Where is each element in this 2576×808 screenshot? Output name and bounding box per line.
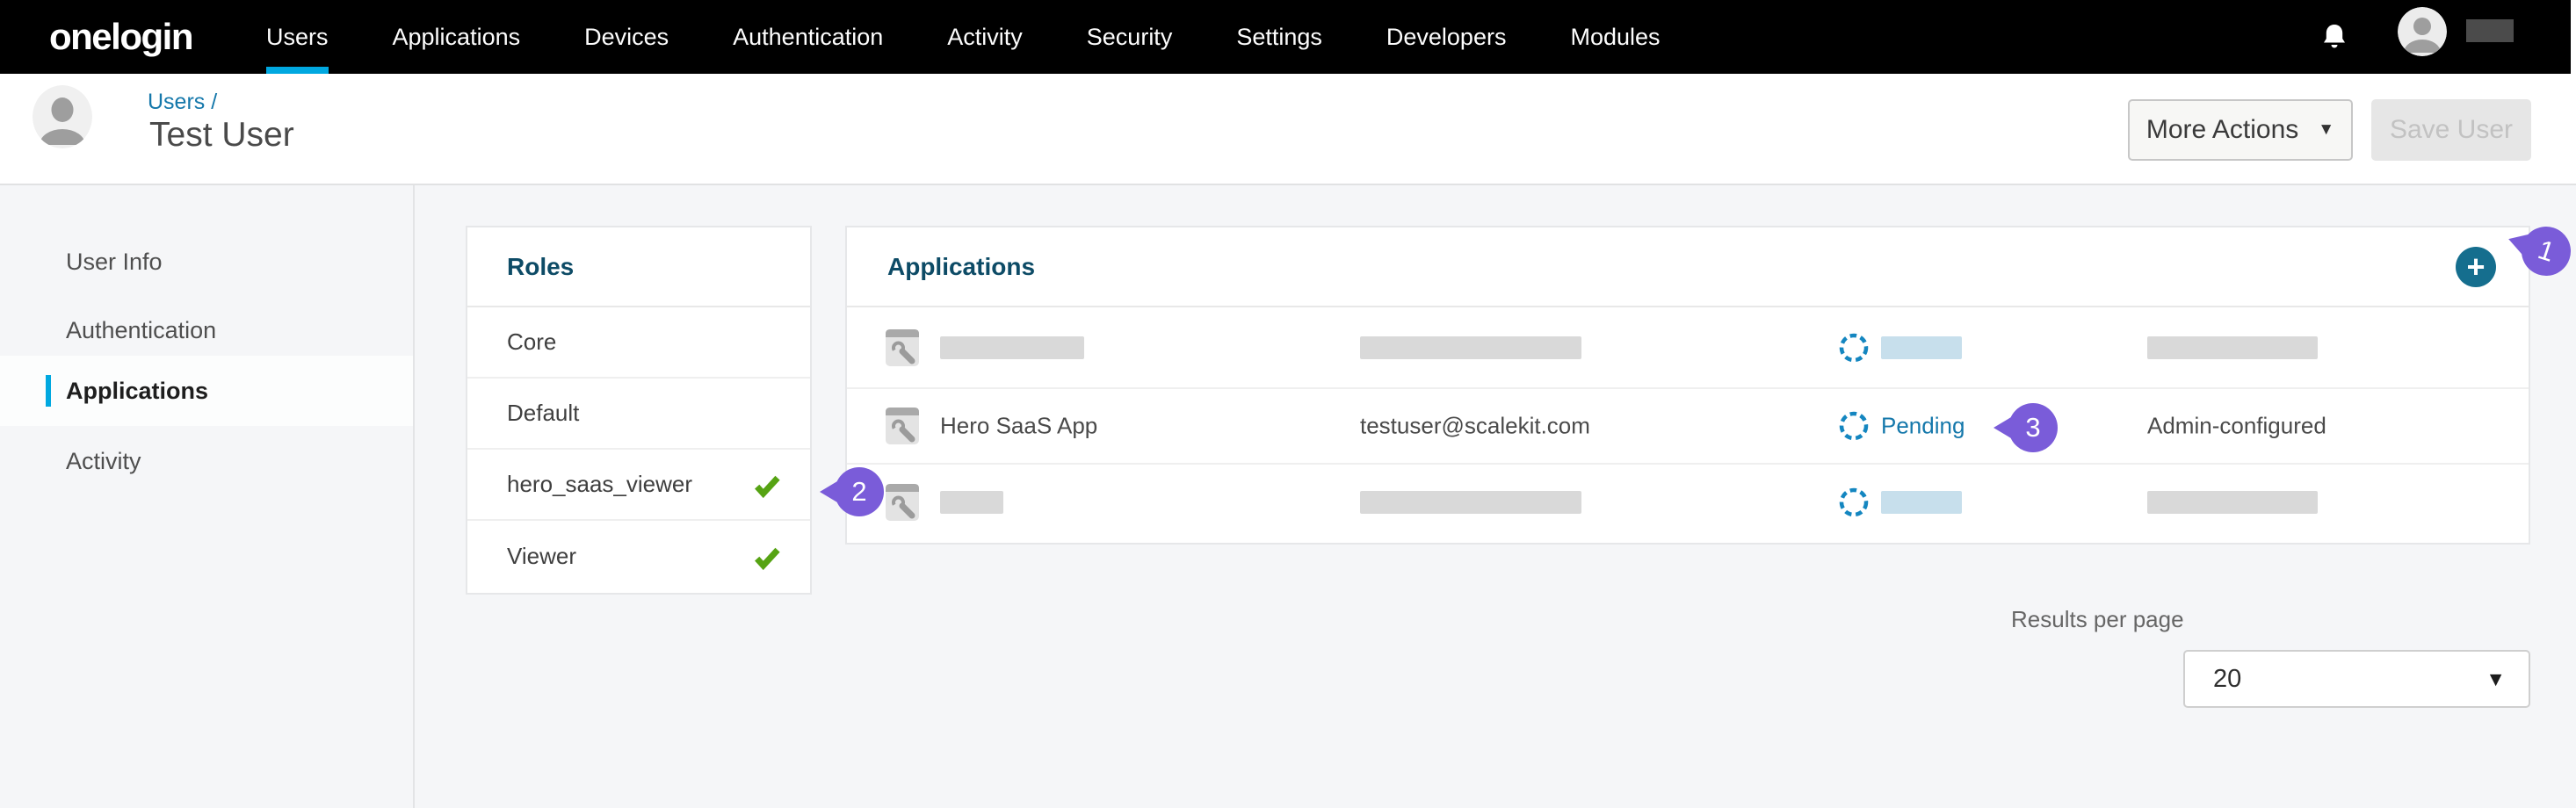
chevron-down-icon: ▼ bbox=[2318, 120, 2334, 140]
skeleton-config-bar bbox=[2147, 491, 2318, 514]
nav-item-settings[interactable]: Settings bbox=[1236, 0, 1322, 74]
top-nav: onelogin Users Applications Devices Auth… bbox=[0, 0, 2576, 74]
skeleton-status-bar bbox=[1881, 336, 1962, 359]
user-avatar[interactable] bbox=[2398, 7, 2447, 56]
role-row-hero-saas-viewer[interactable]: hero_saas_viewer bbox=[467, 450, 810, 521]
save-user-button[interactable]: Save User bbox=[2371, 99, 2531, 161]
sidebar-item-activity[interactable]: Activity bbox=[0, 426, 413, 496]
onelogin-admin-page: onelogin Users Applications Devices Auth… bbox=[0, 0, 2576, 808]
applications-card: Applications + bbox=[845, 226, 2530, 545]
results-per-page-label: Results per page bbox=[2011, 606, 2184, 633]
results-per-page-select[interactable]: 20 ▼ bbox=[2183, 650, 2530, 708]
role-row-default[interactable]: Default bbox=[467, 379, 810, 450]
save-user-label: Save User bbox=[2390, 115, 2513, 145]
app-window-wrench-icon bbox=[886, 484, 919, 521]
nav-items: Users Applications Devices Authenticatio… bbox=[266, 0, 1661, 74]
sidebar-item-authentication[interactable]: Authentication bbox=[0, 295, 413, 365]
app-window-wrench-icon bbox=[886, 408, 919, 444]
nav-item-devices[interactable]: Devices bbox=[584, 0, 669, 74]
application-row-loading[interactable] bbox=[847, 465, 2529, 540]
skeleton-email-bar bbox=[1360, 336, 1581, 359]
nav-item-activity[interactable]: Activity bbox=[947, 0, 1023, 74]
sidebar-item-user-info[interactable]: User Info bbox=[0, 227, 413, 297]
loading-spinner-icon bbox=[1837, 331, 1870, 364]
application-row-hero-saas-app[interactable]: Hero SaaS App testuser@scalekit.com Pend… bbox=[847, 389, 2529, 465]
skeleton-email-bar bbox=[1360, 491, 1581, 514]
check-icon bbox=[752, 470, 782, 500]
skeleton-name-bar bbox=[940, 336, 1084, 359]
loading-spinner-icon bbox=[1837, 409, 1870, 443]
loading-spinner-icon bbox=[1837, 486, 1870, 519]
page-header: Users / Test User More Actions ▼ Save Us… bbox=[0, 74, 2576, 185]
nav-item-security[interactable]: Security bbox=[1087, 0, 1173, 74]
more-actions-button[interactable]: More Actions ▼ bbox=[2128, 99, 2353, 161]
application-row-loading[interactable] bbox=[847, 307, 2529, 389]
applications-card-title: Applications bbox=[887, 253, 1035, 281]
sidebar: User Info Authentication Applications Ac… bbox=[0, 185, 413, 808]
application-config-type: Admin-configured bbox=[2147, 413, 2326, 440]
status-pending-link[interactable]: Pending bbox=[1881, 413, 1965, 440]
annotation-marker-2: 2 bbox=[835, 467, 884, 516]
roles-card-title: Roles bbox=[467, 227, 810, 307]
profile-avatar bbox=[33, 85, 92, 148]
active-indicator-bar bbox=[46, 375, 51, 407]
page-title: Test User bbox=[149, 116, 294, 155]
role-row-viewer[interactable]: Viewer bbox=[467, 521, 810, 592]
nav-item-applications[interactable]: Applications bbox=[393, 0, 521, 74]
skeleton-status-bar bbox=[1881, 491, 1962, 514]
nav-item-authentication[interactable]: Authentication bbox=[733, 0, 883, 74]
account-name-placeholder bbox=[2466, 19, 2514, 42]
nav-item-users[interactable]: Users bbox=[266, 0, 329, 74]
breadcrumb[interactable]: Users / bbox=[148, 90, 217, 115]
sidebar-item-applications[interactable]: Applications bbox=[0, 356, 413, 426]
onelogin-logo[interactable]: onelogin bbox=[49, 0, 192, 74]
annotation-marker-3: 3 bbox=[2008, 403, 2058, 452]
role-row-core[interactable]: Core bbox=[467, 307, 810, 379]
check-icon bbox=[752, 542, 782, 572]
sidebar-divider bbox=[413, 185, 415, 808]
skeleton-name-bar bbox=[940, 491, 1003, 514]
add-application-button[interactable]: + bbox=[2456, 247, 2496, 287]
skeleton-config-bar bbox=[2147, 336, 2318, 359]
roles-card: Roles Core Default hero_saas_viewer View… bbox=[466, 226, 812, 595]
notifications-bell-icon[interactable] bbox=[2321, 23, 2348, 53]
nav-item-developers[interactable]: Developers bbox=[1386, 0, 1507, 74]
nav-item-modules[interactable]: Modules bbox=[1570, 0, 1660, 74]
more-actions-label: More Actions bbox=[2146, 115, 2298, 145]
application-name: Hero SaaS App bbox=[940, 413, 1097, 440]
chevron-down-icon: ▼ bbox=[2486, 667, 2506, 691]
scrollbar-strip bbox=[2571, 0, 2576, 74]
application-login-email: testuser@scalekit.com bbox=[1360, 413, 1590, 440]
app-window-wrench-icon bbox=[886, 329, 919, 366]
results-per-page-value: 20 bbox=[2213, 665, 2241, 694]
